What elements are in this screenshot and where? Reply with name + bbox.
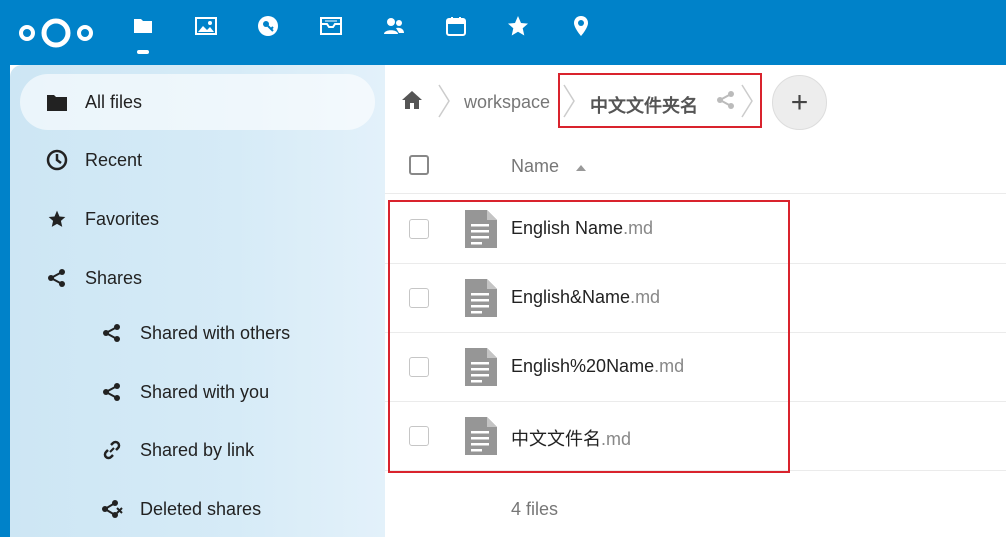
- sidebar-item-label: Shared with others: [140, 322, 291, 343]
- sidebar-item-shared-with-others[interactable]: Shared with others: [20, 305, 385, 361]
- sidebar-item-label: Shared with you: [140, 381, 270, 402]
- breadcrumb-item-workspace[interactable]: workspace: [464, 92, 550, 113]
- sidebar-item-label: All files: [85, 91, 143, 112]
- files-icon[interactable]: [128, 14, 158, 54]
- share-icon: [101, 322, 123, 344]
- sidebar-item-recent[interactable]: Recent: [20, 132, 385, 188]
- highlight-box-breadcrumb: [558, 73, 762, 128]
- sidebar-item-shared-with-you[interactable]: Shared with you: [20, 364, 385, 420]
- link-icon: [101, 439, 123, 461]
- top-header: [0, 0, 1006, 65]
- mail-icon[interactable]: [316, 14, 346, 50]
- sidebar-item-label: Deleted shares: [140, 498, 262, 519]
- photos-icon[interactable]: [191, 14, 221, 50]
- sidebar-item-shares[interactable]: Shares: [20, 250, 385, 306]
- sidebar-item-label: Shared by link: [140, 439, 255, 460]
- sidebar-item-shared-by-link[interactable]: Shared by link: [20, 422, 385, 478]
- sidebar-item-favorites[interactable]: Favorites: [20, 191, 385, 247]
- deleted-share-icon: [101, 498, 123, 520]
- sort-ascending-icon[interactable]: [576, 165, 586, 171]
- passwords-icon[interactable]: [253, 14, 283, 50]
- share-icon: [46, 267, 68, 289]
- star-icon: [46, 208, 68, 230]
- file-browser: workspace 中文文件夹名 + Name English Name.md …: [385, 65, 1006, 537]
- sidebar-item-deleted-shares[interactable]: Deleted shares: [20, 481, 385, 537]
- sidebar-edge: [0, 65, 10, 537]
- sidebar: All files Recent Favorites Shares Shared…: [10, 65, 385, 537]
- breadcrumb-separator-icon: [438, 84, 450, 118]
- plus-icon: +: [790, 85, 809, 119]
- home-icon[interactable]: [401, 89, 425, 113]
- file-count-summary: 4 files: [511, 499, 559, 519]
- nextcloud-logo-icon[interactable]: [16, 15, 96, 51]
- folder-icon: [46, 91, 68, 113]
- select-all-checkbox[interactable]: [409, 155, 429, 175]
- favorites-star-icon[interactable]: [503, 14, 533, 50]
- contacts-icon[interactable]: [379, 14, 409, 50]
- file-list-header: Name: [385, 142, 1006, 194]
- calendar-icon[interactable]: [441, 14, 471, 50]
- clock-icon: [46, 149, 68, 171]
- maps-icon[interactable]: [566, 14, 596, 50]
- sidebar-item-label: Shares: [85, 267, 143, 288]
- sidebar-item-all-files[interactable]: All files: [20, 74, 375, 130]
- sidebar-item-label: Favorites: [85, 208, 160, 229]
- share-icon: [101, 381, 123, 403]
- highlight-box-files: [388, 200, 790, 473]
- column-name-header[interactable]: Name: [511, 156, 559, 177]
- sidebar-item-label: Recent: [85, 149, 143, 170]
- new-button[interactable]: +: [772, 75, 827, 130]
